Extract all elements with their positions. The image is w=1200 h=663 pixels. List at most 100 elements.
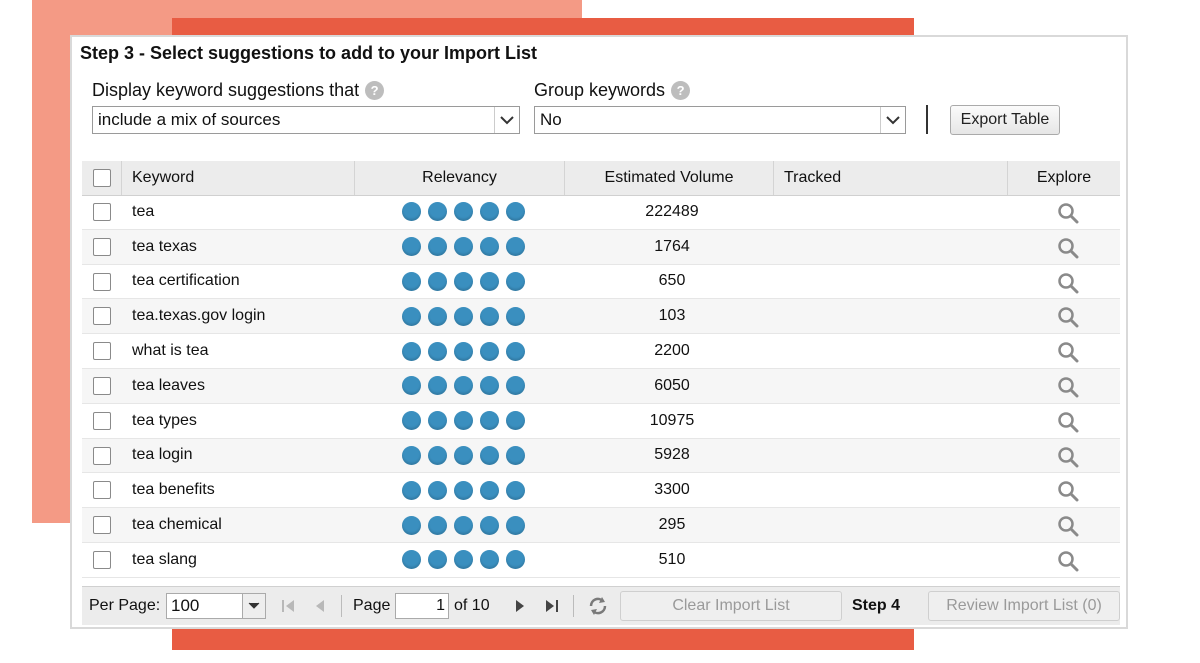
help-icon[interactable]: ? bbox=[365, 81, 385, 100]
table-row[interactable]: tea types 10975 bbox=[82, 404, 1120, 439]
relevancy-dot bbox=[506, 480, 525, 500]
display-suggestions-select[interactable]: include a mix of sources bbox=[92, 106, 520, 134]
group-keywords-label: Group keywords ? bbox=[534, 80, 691, 101]
search-icon[interactable] bbox=[1057, 411, 1079, 433]
help-icon[interactable]: ? bbox=[671, 81, 691, 100]
relevancy-indicator bbox=[402, 404, 525, 438]
relevancy-dot bbox=[428, 515, 447, 535]
table-row[interactable]: tea slang 510 bbox=[82, 543, 1120, 578]
relevancy-indicator bbox=[402, 543, 525, 577]
search-icon[interactable] bbox=[1057, 376, 1079, 398]
clear-import-list-button[interactable]: Clear Import List bbox=[620, 591, 842, 621]
row-checkbox[interactable] bbox=[93, 481, 111, 500]
column-header-tracked[interactable]: Tracked bbox=[774, 161, 1008, 195]
tracked-cell bbox=[774, 230, 1008, 264]
relevancy-dot bbox=[402, 515, 421, 535]
table-row[interactable]: tea 222489 bbox=[82, 195, 1120, 230]
select-all-checkbox[interactable] bbox=[92, 169, 111, 187]
relevancy-dot bbox=[506, 306, 525, 326]
export-table-button[interactable]: Export Table bbox=[950, 105, 1060, 135]
keyword-suggestions-panel: Step 3 - Select suggestions to add to yo… bbox=[70, 35, 1128, 629]
relevancy-dot bbox=[428, 237, 447, 257]
keyword-cell: tea chemical bbox=[132, 516, 222, 534]
table-row[interactable]: tea texas 1764 bbox=[82, 229, 1120, 265]
relevancy-dot bbox=[402, 411, 421, 431]
relevancy-dot bbox=[506, 515, 525, 535]
last-page-icon[interactable] bbox=[542, 596, 562, 616]
row-checkbox[interactable] bbox=[93, 551, 111, 569]
per-page-label: Per Page: bbox=[89, 597, 161, 614]
relevancy-dot bbox=[480, 306, 499, 326]
review-import-list-button[interactable]: Review Import List (0) bbox=[928, 591, 1120, 621]
refresh-icon[interactable] bbox=[587, 595, 609, 617]
group-keywords-label-text: Group keywords bbox=[534, 80, 666, 100]
relevancy-indicator bbox=[402, 334, 525, 368]
display-suggestions-value: include a mix of sources bbox=[98, 110, 281, 129]
relevancy-dot bbox=[506, 411, 525, 431]
row-checkbox[interactable] bbox=[93, 307, 111, 326]
row-checkbox[interactable] bbox=[93, 237, 111, 256]
search-icon[interactable] bbox=[1057, 237, 1079, 259]
row-checkbox[interactable] bbox=[93, 272, 111, 291]
column-header-relevancy[interactable]: Relevancy bbox=[355, 161, 565, 195]
relevancy-dot bbox=[480, 480, 499, 500]
relevancy-dot bbox=[402, 237, 421, 257]
row-checkbox[interactable] bbox=[93, 203, 111, 221]
search-icon[interactable] bbox=[1057, 272, 1079, 294]
group-keywords-select[interactable]: No bbox=[534, 106, 906, 134]
row-checkbox[interactable] bbox=[93, 411, 111, 430]
relevancy-dot bbox=[454, 341, 473, 361]
first-page-icon[interactable] bbox=[278, 596, 298, 616]
keyword-cell: tea.texas.gov login bbox=[132, 307, 266, 325]
relevancy-dot bbox=[402, 550, 421, 570]
row-checkbox[interactable] bbox=[93, 377, 111, 395]
search-icon[interactable] bbox=[1057, 550, 1079, 572]
row-checkbox[interactable] bbox=[93, 446, 111, 465]
table-row[interactable]: tea certification 650 bbox=[82, 265, 1120, 300]
page-count-label: of 10 bbox=[454, 597, 490, 614]
next-page-icon[interactable] bbox=[510, 596, 530, 616]
estimated-volume-cell: 2200 bbox=[654, 342, 690, 360]
relevancy-dot bbox=[428, 202, 447, 222]
column-header-keyword[interactable]: Keyword bbox=[122, 161, 355, 195]
estimated-volume-cell: 1764 bbox=[654, 237, 690, 255]
relevancy-dot bbox=[506, 550, 525, 570]
table-row[interactable]: tea chemical 295 bbox=[82, 508, 1120, 543]
estimated-volume-cell: 10975 bbox=[649, 411, 695, 429]
prev-page-icon[interactable] bbox=[310, 596, 330, 616]
search-icon[interactable] bbox=[1057, 306, 1079, 328]
chevron-down-icon[interactable] bbox=[880, 107, 905, 133]
relevancy-dot bbox=[402, 480, 421, 500]
search-icon[interactable] bbox=[1057, 202, 1079, 224]
estimated-volume-cell: 222489 bbox=[645, 202, 699, 220]
column-header-estimated-volume[interactable]: Estimated Volume bbox=[565, 161, 774, 195]
relevancy-dot bbox=[480, 515, 499, 535]
row-checkbox[interactable] bbox=[93, 516, 111, 535]
search-icon[interactable] bbox=[1057, 480, 1079, 502]
chevron-down-icon[interactable] bbox=[494, 107, 519, 133]
relevancy-dot bbox=[454, 445, 473, 465]
chevron-down-icon[interactable] bbox=[242, 593, 266, 619]
table-footer: Per Page: 100 Page 1 of 10 Clear Import … bbox=[82, 586, 1120, 625]
table-row[interactable]: tea benefits 3300 bbox=[82, 473, 1120, 509]
relevancy-dot bbox=[506, 341, 525, 361]
tracked-cell bbox=[774, 543, 1008, 577]
table-row[interactable]: tea login 5928 bbox=[82, 438, 1120, 474]
table-row[interactable]: what is tea 2200 bbox=[82, 334, 1120, 369]
search-icon[interactable] bbox=[1057, 341, 1079, 363]
relevancy-dot bbox=[428, 271, 447, 291]
search-icon[interactable] bbox=[1057, 515, 1079, 537]
estimated-volume-cell: 103 bbox=[658, 307, 686, 325]
tracked-cell bbox=[774, 195, 1008, 229]
row-checkbox[interactable] bbox=[93, 342, 111, 361]
keyword-cell: tea login bbox=[132, 446, 193, 464]
table-body: tea 222489 tea texas 1764 tea certification 6… bbox=[82, 195, 1120, 581]
per-page-value: 100 bbox=[171, 596, 200, 615]
table-row[interactable]: tea.texas.gov login 103 bbox=[82, 299, 1120, 335]
page-number-input[interactable]: 1 bbox=[395, 593, 449, 619]
search-icon[interactable] bbox=[1057, 446, 1079, 468]
table-row[interactable]: tea leaves 6050 bbox=[82, 369, 1120, 404]
relevancy-dot bbox=[428, 376, 447, 396]
relevancy-dot bbox=[506, 271, 525, 291]
relevancy-dot bbox=[402, 376, 421, 396]
